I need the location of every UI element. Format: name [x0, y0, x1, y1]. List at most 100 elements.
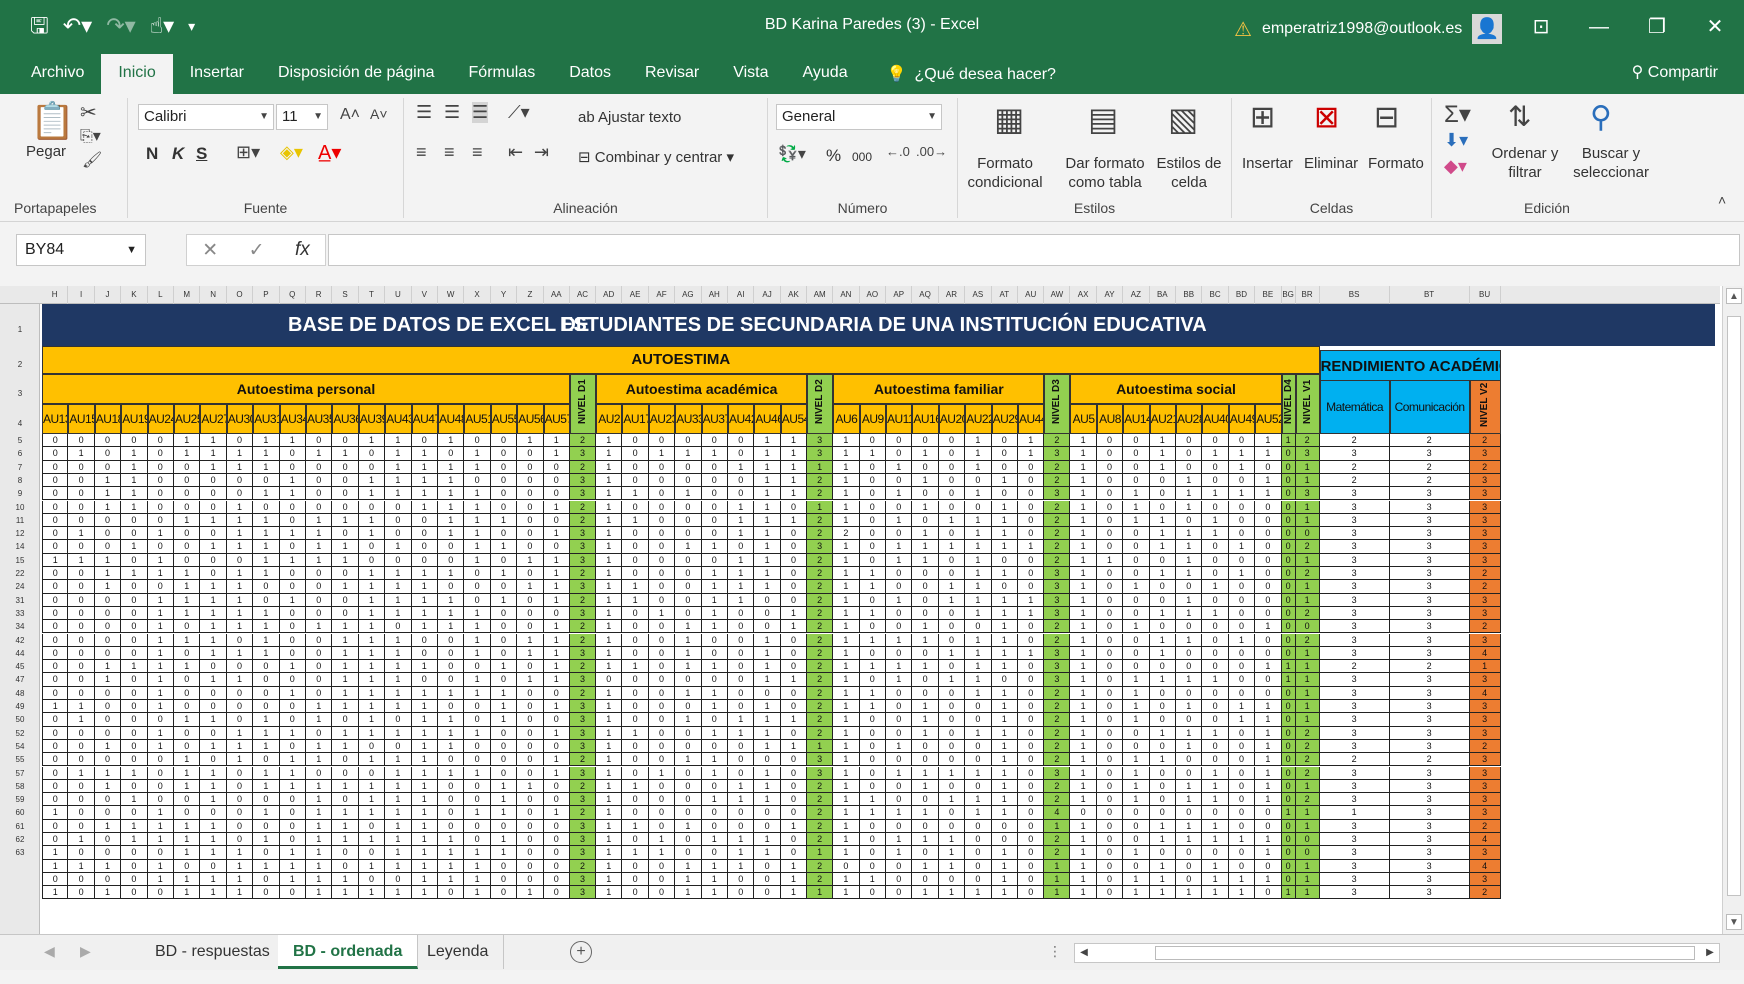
data-cell[interactable]: 0 — [1123, 726, 1150, 740]
data-cell[interactable]: 0 — [1202, 434, 1229, 448]
data-cell[interactable]: 0 — [701, 434, 728, 448]
data-cell[interactable]: 0 — [68, 513, 95, 528]
data-cell[interactable]: 0 — [1228, 646, 1256, 661]
data-cell[interactable]: 1 — [965, 593, 992, 607]
nivel-cell[interactable]: 2 — [1295, 766, 1320, 780]
data-cell[interactable]: 1 — [728, 527, 755, 541]
data-cell[interactable]: 1 — [358, 473, 386, 488]
data-cell[interactable]: 1 — [411, 713, 438, 727]
data-cell[interactable]: 0 — [1149, 580, 1176, 594]
data-cell[interactable]: 0 — [147, 713, 174, 727]
data-cell[interactable]: 0 — [1096, 806, 1124, 820]
data-cell[interactable]: 1 — [648, 447, 676, 461]
data-cell[interactable]: 0 — [358, 553, 386, 567]
data-cell[interactable]: 0 — [543, 793, 570, 807]
cell-styles-button[interactable]: Estilos de celda — [1154, 154, 1224, 192]
data-cell[interactable]: 1 — [438, 859, 465, 873]
data-cell[interactable]: 1 — [859, 567, 886, 581]
nivel-v2-cell[interactable]: 3 — [1469, 793, 1501, 807]
data-cell[interactable]: 0 — [517, 447, 544, 461]
data-cell[interactable]: 0 — [306, 567, 333, 581]
data-cell[interactable]: 1 — [517, 646, 544, 661]
data-cell[interactable]: 1 — [411, 460, 438, 474]
data-cell[interactable]: 1 — [886, 540, 913, 554]
data-cell[interactable]: 0 — [675, 606, 702, 621]
data-cell[interactable]: 0 — [332, 793, 359, 807]
nivel-cell[interactable]: 1 — [1281, 886, 1296, 900]
data-cell[interactable]: 0 — [279, 513, 306, 528]
grade-cell[interactable]: 2 — [1319, 460, 1390, 474]
nivel-cell[interactable]: 3 — [570, 819, 596, 833]
nivel-cell[interactable]: 2 — [807, 686, 834, 700]
data-cell[interactable]: 1 — [833, 633, 860, 647]
data-cell[interactable]: 1 — [1149, 819, 1176, 833]
data-cell[interactable]: 1 — [42, 700, 69, 714]
data-cell[interactable]: 0 — [174, 726, 201, 740]
nivel-v2-cell[interactable]: 3 — [1469, 593, 1501, 607]
data-cell[interactable]: 0 — [1202, 473, 1229, 488]
data-cell[interactable]: 1 — [411, 833, 438, 847]
nivel-cell[interactable]: 1 — [1281, 660, 1296, 674]
data-cell[interactable]: 1 — [1123, 766, 1150, 780]
data-cell[interactable]: 0 — [1096, 646, 1124, 661]
data-cell[interactable]: 1 — [94, 580, 122, 594]
data-cell[interactable]: 1 — [701, 620, 728, 634]
data-cell[interactable]: 0 — [94, 606, 122, 621]
data-cell[interactable]: 0 — [385, 713, 412, 727]
data-cell[interactable]: 1 — [147, 833, 174, 847]
data-cell[interactable]: 0 — [780, 766, 808, 780]
column-header[interactable]: U — [385, 286, 412, 304]
data-cell[interactable]: 0 — [253, 753, 280, 767]
data-cell[interactable]: 1 — [701, 793, 728, 807]
data-cell[interactable]: 0 — [780, 646, 808, 661]
data-cell[interactable]: 1 — [728, 460, 755, 474]
data-cell[interactable]: 0 — [1228, 660, 1256, 674]
data-cell[interactable]: 1 — [1149, 527, 1176, 541]
data-cell[interactable]: 0 — [780, 779, 808, 794]
data-cell[interactable]: 1 — [780, 513, 808, 528]
italic-button[interactable]: K — [172, 144, 184, 163]
data-cell[interactable]: 0 — [1255, 527, 1282, 541]
data-cell[interactable]: 0 — [253, 593, 280, 607]
data-cell[interactable]: 1 — [68, 859, 95, 873]
data-cell[interactable]: 0 — [886, 447, 913, 461]
data-cell[interactable]: 1 — [859, 660, 886, 674]
data-cell[interactable]: 1 — [886, 660, 913, 674]
data-cell[interactable]: 1 — [859, 606, 886, 621]
data-cell[interactable]: 1 — [490, 660, 518, 674]
data-cell[interactable]: 0 — [42, 673, 69, 687]
data-cell[interactable]: 0 — [490, 580, 518, 594]
data-cell[interactable]: 1 — [464, 513, 491, 528]
data-cell[interactable]: 0 — [1018, 686, 1045, 700]
data-cell[interactable]: 0 — [1123, 819, 1150, 833]
data-cell[interactable]: 0 — [464, 819, 491, 833]
nivel-cell[interactable]: 3 — [1044, 766, 1071, 780]
data-cell[interactable]: 0 — [1149, 473, 1176, 488]
nivel-v2-cell[interactable]: 4 — [1469, 646, 1501, 661]
data-cell[interactable]: 0 — [859, 833, 886, 847]
data-cell[interactable]: 0 — [42, 753, 69, 767]
increase-indent-icon[interactable]: ⇥ — [534, 142, 549, 163]
grade-cell[interactable]: 3 — [1389, 739, 1470, 754]
data-cell[interactable]: 0 — [754, 686, 781, 700]
data-cell[interactable]: 1 — [1070, 553, 1097, 567]
data-cell[interactable]: 1 — [543, 620, 570, 634]
data-cell[interactable]: 0 — [226, 473, 254, 488]
find-select-icon[interactable]: ⚲ — [1590, 100, 1612, 135]
data-cell[interactable]: 1 — [965, 513, 992, 528]
grade-cell[interactable]: 3 — [1389, 872, 1470, 887]
data-cell[interactable]: 1 — [833, 846, 860, 860]
data-cell[interactable]: 0 — [675, 779, 702, 794]
data-cell[interactable]: 0 — [859, 739, 886, 754]
data-cell[interactable]: 1 — [464, 553, 491, 567]
data-cell[interactable]: 1 — [411, 819, 438, 833]
data-cell[interactable]: 0 — [464, 567, 491, 581]
data-cell[interactable]: 0 — [938, 726, 966, 740]
column-header[interactable]: AW — [1044, 286, 1071, 304]
data-cell[interactable]: 1 — [728, 833, 755, 847]
column-header[interactable]: AC — [570, 286, 596, 304]
data-cell[interactable]: 1 — [200, 739, 227, 754]
data-cell[interactable]: 1 — [648, 606, 676, 621]
data-cell[interactable]: 0 — [68, 606, 95, 621]
data-cell[interactable]: 1 — [306, 819, 333, 833]
